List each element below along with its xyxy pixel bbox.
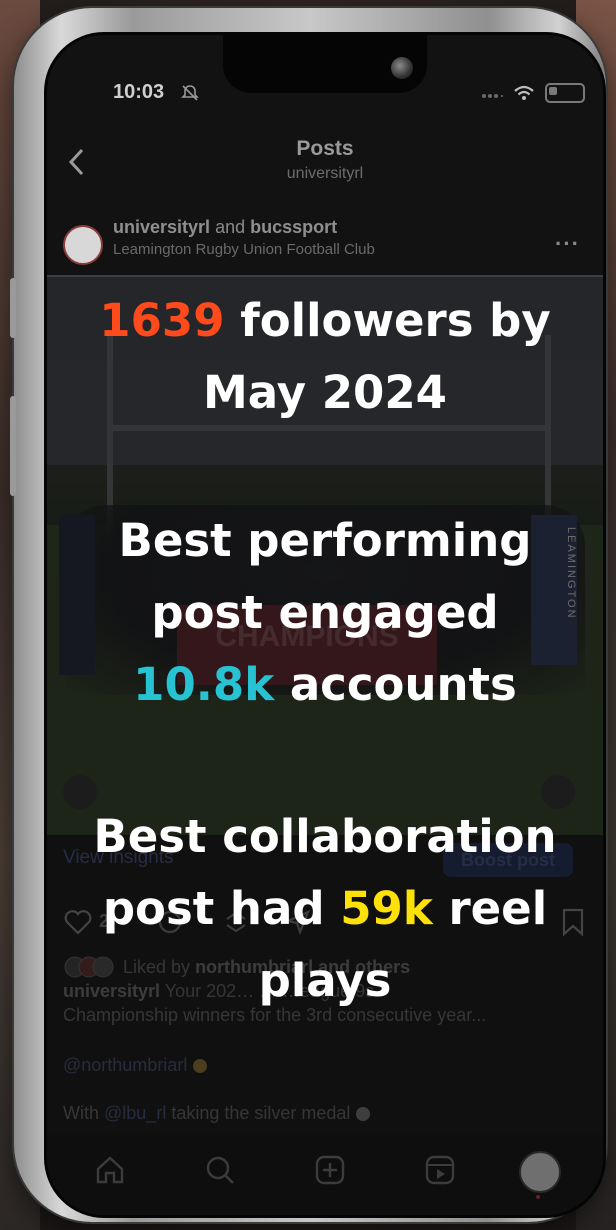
collab-line-1: Best collaboration [93,810,557,863]
page-subtitle: universityrl [286,165,364,182]
followers-stat: 1639 followers by May 2024 [47,285,603,429]
best-post-line-3: 10.8k accounts [47,649,603,721]
phone-screen: 10:03 Posts universityrl universityrl an… [44,32,606,1218]
signal-icon [482,94,503,98]
best-post-line-2: post engaged [151,586,499,639]
collab-line-2: post had 59k reel [47,873,603,945]
page-title: Posts [296,137,354,160]
phone-frame: 10:03 Posts universityrl universityrl an… [10,8,606,1222]
post-author[interactable]: universityrl and bucssport [113,217,337,238]
post-location[interactable]: Leamington Rugby Union Football Club [113,241,375,258]
status-time: 10:03 [113,81,165,103]
battery-level [549,87,557,95]
collab-unit: reel [448,882,548,935]
collab-line-3: plays [258,954,392,1007]
author-primary[interactable]: universityrl [113,217,210,237]
bell-slash-icon [181,85,199,101]
followers-number: 1639 [99,294,225,347]
status-icons [481,83,585,103]
author-avatar[interactable] [63,225,103,265]
best-post-stat: Best performing post engaged 10.8k accou… [47,505,603,721]
side-button [10,278,16,338]
author-connector: and [215,217,246,237]
best-post-line-1: Best performing [118,514,532,567]
camera [391,57,413,79]
followers-date: May 2024 [202,366,447,419]
followers-line-1: 1639 followers by [47,285,603,357]
more-icon[interactable]: ··· [555,231,580,257]
collab-number: 59k [340,882,433,935]
battery-icon [545,83,585,103]
side-button [10,396,16,496]
best-post-number: 10.8k [133,658,275,711]
followers-text: followers by [240,294,551,347]
author-secondary[interactable]: bucssport [250,217,337,237]
collab-text: post had [102,882,325,935]
best-post-unit: accounts [289,658,517,711]
collab-stat: Best collaboration post had 59k reel pla… [47,801,603,1017]
wifi-icon [514,85,534,100]
